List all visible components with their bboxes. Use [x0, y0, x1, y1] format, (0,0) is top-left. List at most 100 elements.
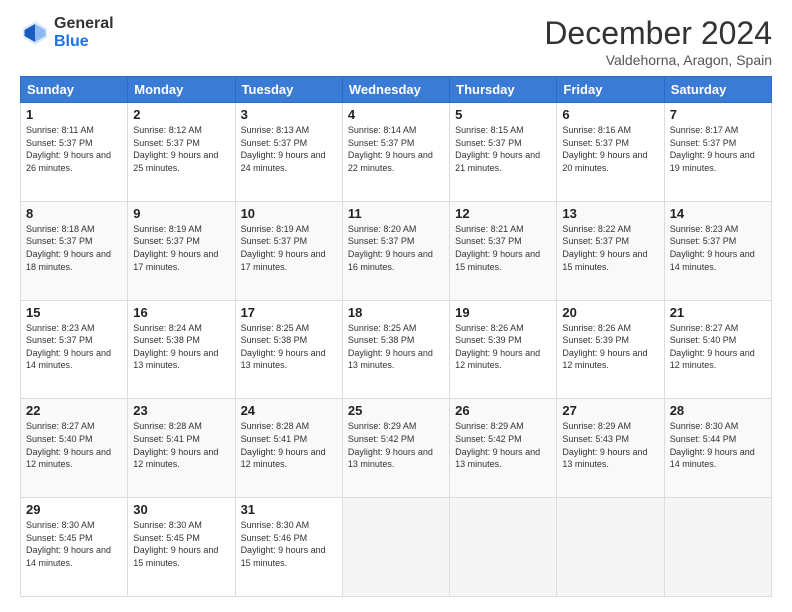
day-info: Sunrise: 8:26 AMSunset: 5:39 PMDaylight:… — [562, 322, 658, 372]
day-info: Sunrise: 8:23 AMSunset: 5:37 PMDaylight:… — [670, 223, 766, 273]
calendar-day-cell: 26 Sunrise: 8:29 AMSunset: 5:42 PMDayligh… — [450, 399, 557, 498]
calendar-day-cell — [664, 498, 771, 597]
day-info: Sunrise: 8:19 AMSunset: 5:37 PMDaylight:… — [241, 223, 337, 273]
day-info: Sunrise: 8:23 AMSunset: 5:37 PMDaylight:… — [26, 322, 122, 372]
day-info: Sunrise: 8:30 AMSunset: 5:44 PMDaylight:… — [670, 420, 766, 470]
calendar-day-cell: 17 Sunrise: 8:25 AMSunset: 5:38 PMDayligh… — [235, 300, 342, 399]
logo: General Blue — [20, 15, 114, 51]
col-header-wednesday: Wednesday — [342, 77, 449, 103]
calendar-day-cell: 7Sunrise: 8:17 AMSunset: 5:37 PMDaylight… — [664, 103, 771, 202]
page: General Blue December 2024 Valdehorna, A… — [0, 0, 792, 612]
logo-text: General Blue — [54, 15, 114, 51]
day-number: 20 — [562, 305, 658, 320]
day-info: Sunrise: 8:24 AMSunset: 5:38 PMDaylight:… — [133, 322, 229, 372]
day-number: 17 — [241, 305, 337, 320]
calendar-day-cell: 11 Sunrise: 8:20 AMSunset: 5:37 PMDayligh… — [342, 201, 449, 300]
day-number: 13 — [562, 206, 658, 221]
calendar-day-cell: 1 Sunrise: 8:11 AMSunset: 5:37 PMDaylight… — [21, 103, 128, 202]
day-number: 19 — [455, 305, 551, 320]
day-number: 21 — [670, 305, 766, 320]
calendar-day-cell: 2 Sunrise: 8:12 AMSunset: 5:37 PMDaylight… — [128, 103, 235, 202]
calendar-header-row: SundayMondayTuesdayWednesdayThursdayFrid… — [21, 77, 772, 103]
subtitle: Valdehorna, Aragon, Spain — [544, 52, 772, 68]
calendar-day-cell — [557, 498, 664, 597]
calendar-week-row: 15 Sunrise: 8:23 AMSunset: 5:37 PMDayligh… — [21, 300, 772, 399]
calendar-week-row: 29 Sunrise: 8:30 AMSunset: 5:45 PMDayligh… — [21, 498, 772, 597]
day-info: Sunrise: 8:29 AMSunset: 5:42 PMDaylight:… — [348, 420, 444, 470]
day-info: Sunrise: 8:27 AMSunset: 5:40 PMDaylight:… — [670, 322, 766, 372]
calendar-day-cell: 4Sunrise: 8:14 AMSunset: 5:37 PMDaylight… — [342, 103, 449, 202]
day-info: Sunrise: 8:20 AMSunset: 5:37 PMDaylight:… — [348, 223, 444, 273]
calendar-week-row: 22Sunrise: 8:27 AMSunset: 5:40 PMDayligh… — [21, 399, 772, 498]
day-info: Sunrise: 8:29 AMSunset: 5:42 PMDaylight:… — [455, 420, 551, 470]
day-number: 11 — [348, 206, 444, 221]
calendar-day-cell — [342, 498, 449, 597]
calendar-week-row: 8 Sunrise: 8:18 AMSunset: 5:37 PMDaylight… — [21, 201, 772, 300]
day-number: 5 — [455, 107, 551, 122]
calendar-day-cell: 22Sunrise: 8:27 AMSunset: 5:40 PMDayligh… — [21, 399, 128, 498]
calendar-day-cell: 3Sunrise: 8:13 AMSunset: 5:37 PMDaylight… — [235, 103, 342, 202]
day-number: 15 — [26, 305, 122, 320]
day-number: 4 — [348, 107, 444, 122]
calendar-day-cell: 9 Sunrise: 8:19 AMSunset: 5:37 PMDaylight… — [128, 201, 235, 300]
day-info: Sunrise: 8:16 AMSunset: 5:37 PMDaylight:… — [562, 124, 658, 174]
col-header-friday: Friday — [557, 77, 664, 103]
day-number: 29 — [26, 502, 122, 517]
day-number: 22 — [26, 403, 122, 418]
calendar-week-row: 1 Sunrise: 8:11 AMSunset: 5:37 PMDaylight… — [21, 103, 772, 202]
header: General Blue December 2024 Valdehorna, A… — [20, 15, 772, 68]
col-header-tuesday: Tuesday — [235, 77, 342, 103]
day-info: Sunrise: 8:25 AMSunset: 5:38 PMDaylight:… — [241, 322, 337, 372]
day-number: 23 — [133, 403, 229, 418]
day-info: Sunrise: 8:12 AMSunset: 5:37 PMDaylight:… — [133, 124, 229, 174]
day-number: 31 — [241, 502, 337, 517]
day-number: 10 — [241, 206, 337, 221]
calendar-day-cell: 15 Sunrise: 8:23 AMSunset: 5:37 PMDayligh… — [21, 300, 128, 399]
day-number: 14 — [670, 206, 766, 221]
day-number: 8 — [26, 206, 122, 221]
day-info: Sunrise: 8:28 AMSunset: 5:41 PMDaylight:… — [133, 420, 229, 470]
day-number: 26 — [455, 403, 551, 418]
calendar-day-cell: 24Sunrise: 8:28 AMSunset: 5:41 PMDayligh… — [235, 399, 342, 498]
calendar-day-cell: 20 Sunrise: 8:26 AMSunset: 5:39 PMDayligh… — [557, 300, 664, 399]
day-info: Sunrise: 8:11 AMSunset: 5:37 PMDaylight:… — [26, 124, 122, 174]
day-info: Sunrise: 8:15 AMSunset: 5:37 PMDaylight:… — [455, 124, 551, 174]
calendar-day-cell: 8 Sunrise: 8:18 AMSunset: 5:37 PMDaylight… — [21, 201, 128, 300]
day-number: 27 — [562, 403, 658, 418]
col-header-saturday: Saturday — [664, 77, 771, 103]
day-info: Sunrise: 8:30 AMSunset: 5:45 PMDaylight:… — [26, 519, 122, 569]
day-info: Sunrise: 8:29 AMSunset: 5:43 PMDaylight:… — [562, 420, 658, 470]
calendar-day-cell: 16Sunrise: 8:24 AMSunset: 5:38 PMDayligh… — [128, 300, 235, 399]
calendar-day-cell — [450, 498, 557, 597]
calendar-table: SundayMondayTuesdayWednesdayThursdayFrid… — [20, 76, 772, 597]
day-number: 9 — [133, 206, 229, 221]
day-number: 25 — [348, 403, 444, 418]
day-number: 6 — [562, 107, 658, 122]
day-info: Sunrise: 8:26 AMSunset: 5:39 PMDaylight:… — [455, 322, 551, 372]
col-header-sunday: Sunday — [21, 77, 128, 103]
day-info: Sunrise: 8:18 AMSunset: 5:37 PMDaylight:… — [26, 223, 122, 273]
day-number: 12 — [455, 206, 551, 221]
calendar-day-cell: 12Sunrise: 8:21 AMSunset: 5:37 PMDayligh… — [450, 201, 557, 300]
day-info: Sunrise: 8:22 AMSunset: 5:37 PMDaylight:… — [562, 223, 658, 273]
day-info: Sunrise: 8:19 AMSunset: 5:37 PMDaylight:… — [133, 223, 229, 273]
calendar-day-cell: 31Sunrise: 8:30 AMSunset: 5:46 PMDayligh… — [235, 498, 342, 597]
calendar-day-cell: 29 Sunrise: 8:30 AMSunset: 5:45 PMDayligh… — [21, 498, 128, 597]
calendar-day-cell: 13 Sunrise: 8:22 AMSunset: 5:37 PMDayligh… — [557, 201, 664, 300]
day-info: Sunrise: 8:30 AMSunset: 5:45 PMDaylight:… — [133, 519, 229, 569]
day-number: 7 — [670, 107, 766, 122]
calendar-day-cell: 10 Sunrise: 8:19 AMSunset: 5:37 PMDayligh… — [235, 201, 342, 300]
day-info: Sunrise: 8:28 AMSunset: 5:41 PMDaylight:… — [241, 420, 337, 470]
calendar-day-cell: 14 Sunrise: 8:23 AMSunset: 5:37 PMDayligh… — [664, 201, 771, 300]
calendar-day-cell: 18Sunrise: 8:25 AMSunset: 5:38 PMDayligh… — [342, 300, 449, 399]
day-info: Sunrise: 8:25 AMSunset: 5:38 PMDaylight:… — [348, 322, 444, 372]
day-info: Sunrise: 8:13 AMSunset: 5:37 PMDaylight:… — [241, 124, 337, 174]
day-number: 1 — [26, 107, 122, 122]
calendar-day-cell: 6 Sunrise: 8:16 AMSunset: 5:37 PMDaylight… — [557, 103, 664, 202]
month-title: December 2024 — [544, 15, 772, 52]
calendar-day-cell: 25 Sunrise: 8:29 AMSunset: 5:42 PMDayligh… — [342, 399, 449, 498]
calendar-day-cell: 5 Sunrise: 8:15 AMSunset: 5:37 PMDaylight… — [450, 103, 557, 202]
calendar-day-cell: 30Sunrise: 8:30 AMSunset: 5:45 PMDayligh… — [128, 498, 235, 597]
day-number: 2 — [133, 107, 229, 122]
calendar-day-cell: 19 Sunrise: 8:26 AMSunset: 5:39 PMDayligh… — [450, 300, 557, 399]
